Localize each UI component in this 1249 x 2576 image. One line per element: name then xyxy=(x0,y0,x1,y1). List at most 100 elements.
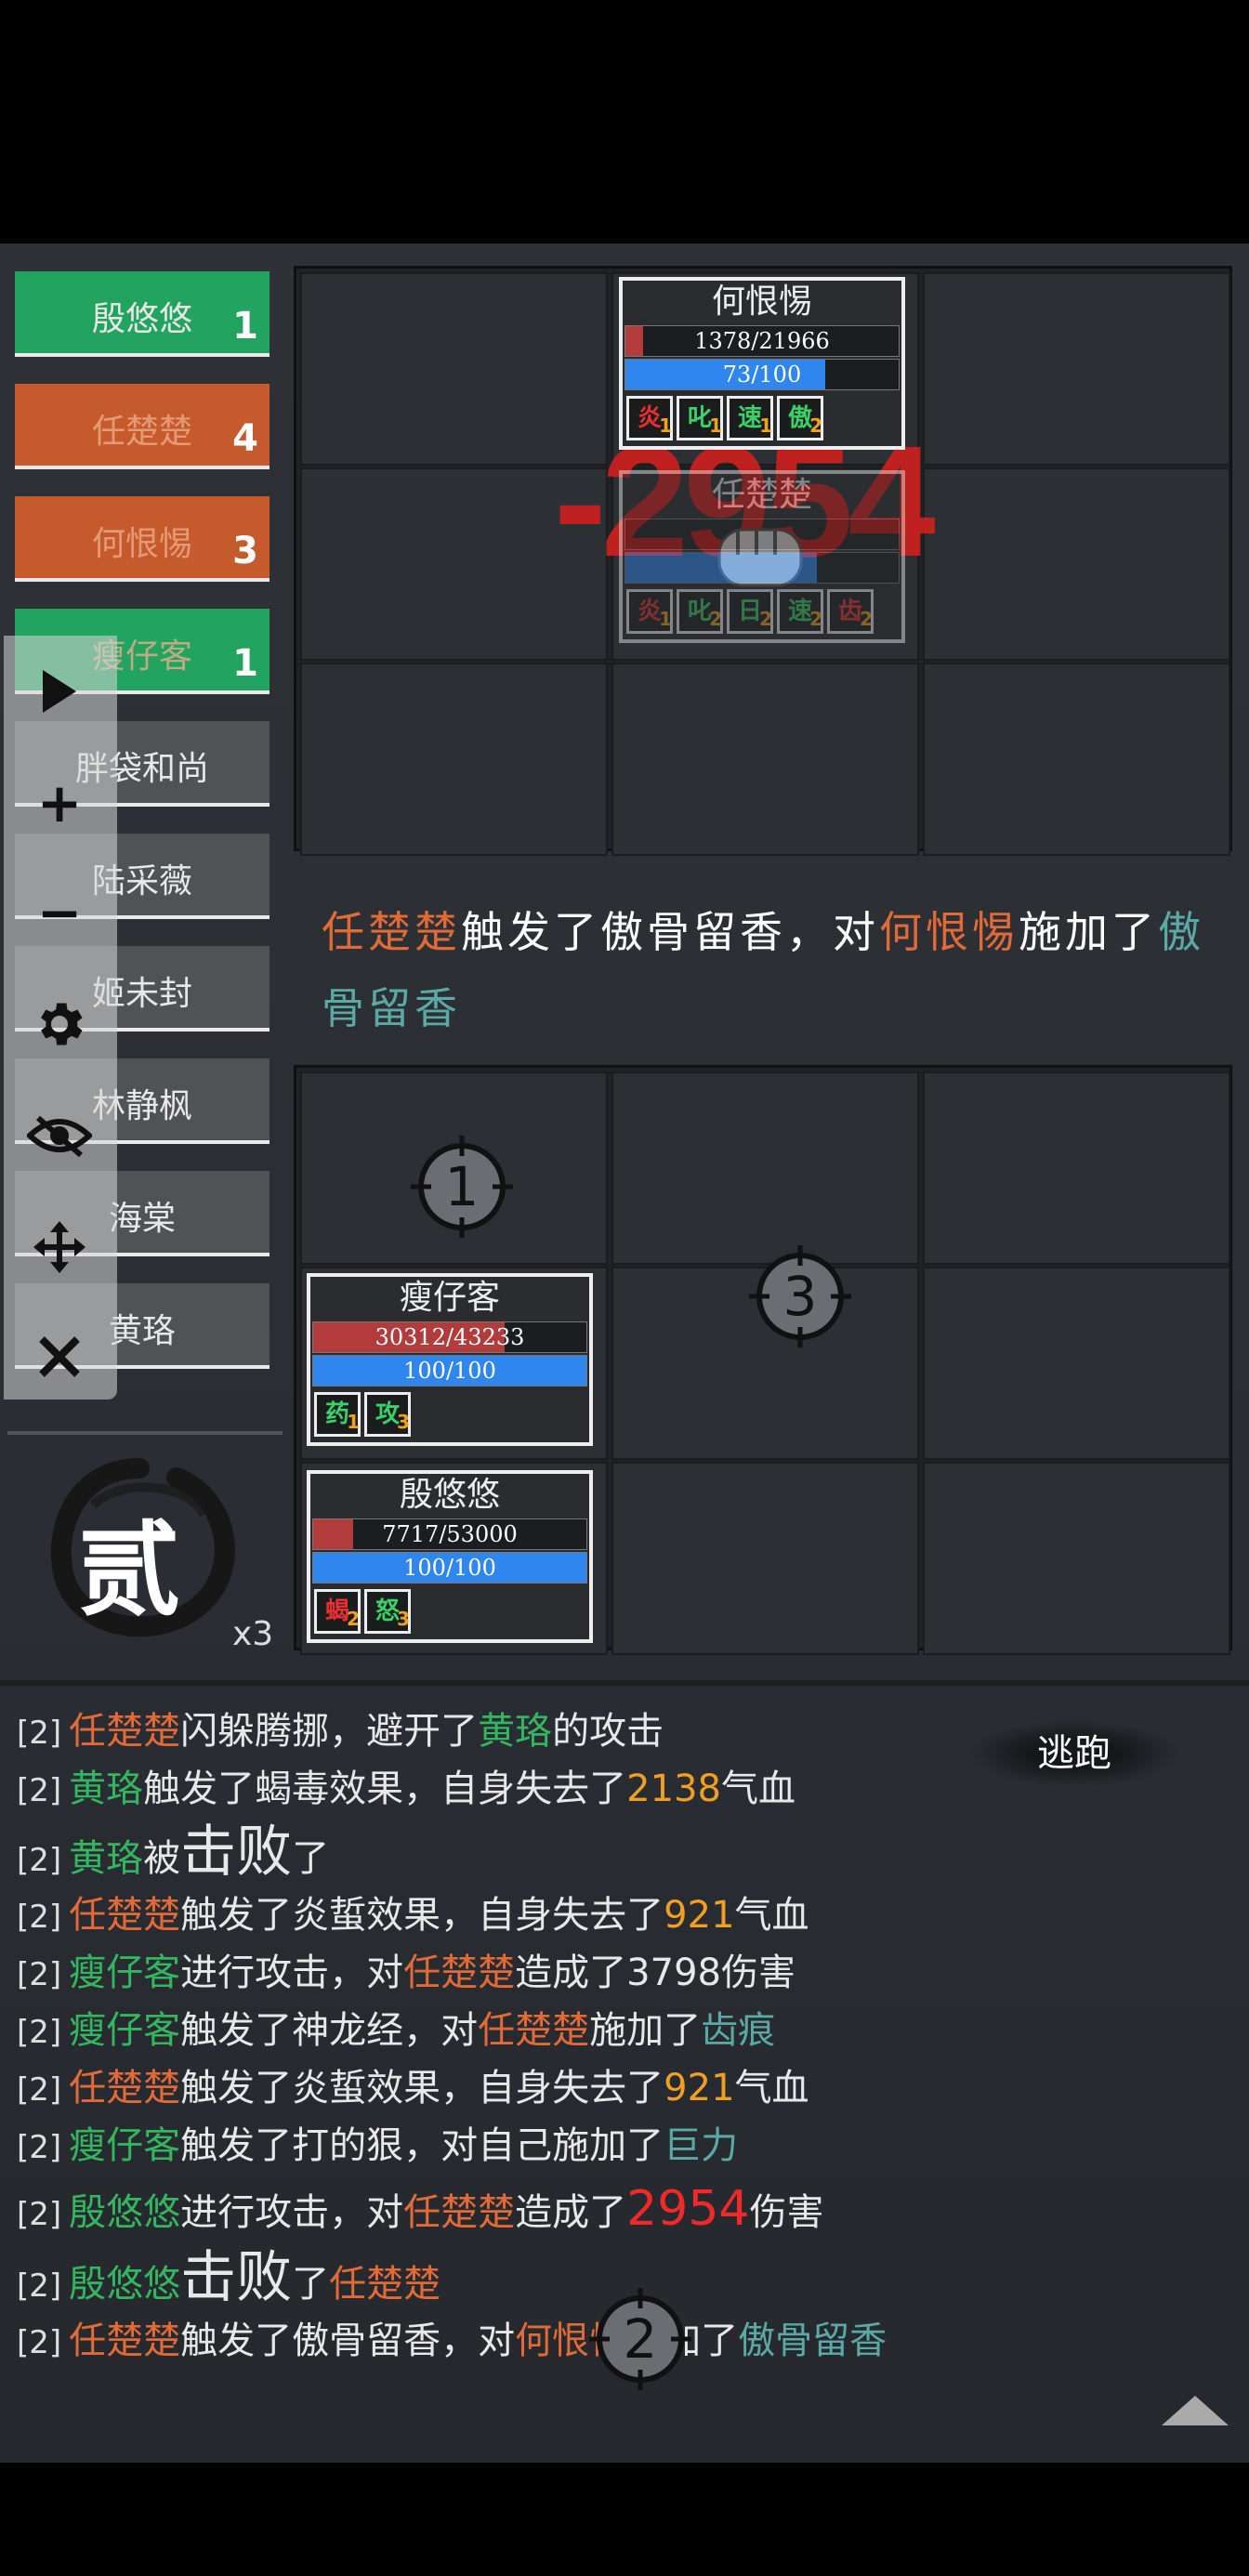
log-segment: 气血 xyxy=(720,1768,795,1810)
log-round: [2] xyxy=(17,2071,62,2109)
grid-cell[interactable] xyxy=(923,1462,1230,1655)
log-segment: 殷悠悠 xyxy=(69,2263,181,2306)
grid-cell[interactable] xyxy=(923,467,1230,661)
buff-icon[interactable]: 攻3 xyxy=(364,1392,411,1437)
unit-name: 任楚楚 xyxy=(711,476,812,514)
mp-text: 100/100 xyxy=(403,1555,496,1581)
turn-order-count: 3 xyxy=(232,530,258,572)
mp-bar: 100/100 xyxy=(312,1355,587,1387)
log-segment: 任楚楚 xyxy=(329,2263,441,2306)
buff-icon[interactable]: 叱2 xyxy=(677,589,723,634)
log-segment: 黄珞 xyxy=(69,1768,144,1810)
target-marker-icon[interactable]: 2 xyxy=(589,2288,691,2390)
target-marker-icon[interactable]: 1 xyxy=(411,1136,513,1238)
hp-bar xyxy=(624,519,900,550)
log-line: [2] 瘦仔客触发了神龙经，对任楚楚施加了齿痕 xyxy=(17,2002,1225,2059)
minus-icon[interactable]: − xyxy=(22,875,97,950)
battle-log: [2] 任楚楚闪躲腾挪，避开了黄珞的攻击 [2] 黄珞触发了蝎毒效果，自身失去了213… xyxy=(17,1702,1225,2370)
control-bar: + − xyxy=(4,636,117,1400)
buff-icon[interactable]: 速2 xyxy=(777,589,823,634)
scroll-up-icon[interactable] xyxy=(1158,2392,1232,2429)
buff-icon[interactable]: 炎1 xyxy=(626,589,673,634)
log-segment: 黄珞 xyxy=(69,1837,144,1880)
buff-icon[interactable]: 日2 xyxy=(727,589,773,634)
log-divider xyxy=(0,1680,1249,1686)
turn-order-name: 何恨惕 xyxy=(91,525,192,563)
hide-eye-icon[interactable] xyxy=(22,1098,97,1173)
buff-icon[interactable]: 炎1 xyxy=(626,396,673,440)
log-line: [2] 任楚楚闪躲腾挪，避开了黄珞的攻击 xyxy=(17,1702,1225,1760)
log-segment: 齿痕 xyxy=(701,2009,776,2052)
mp-text: 73/100 xyxy=(722,361,802,388)
buff-list: 炎1叱2日2速2齿2 xyxy=(626,589,874,636)
log-segment: 触发了炎蜇效果，自身失去了 xyxy=(180,1894,664,1937)
buff-icon[interactable]: 叱1 xyxy=(677,396,723,440)
log-segment: 任楚楚 xyxy=(69,2067,181,2109)
log-round: [2] xyxy=(17,1772,62,1809)
buff-icon[interactable]: 怒3 xyxy=(364,1589,411,1634)
log-round: [2] xyxy=(17,2324,62,2361)
log-round: [2] xyxy=(17,1956,62,1993)
buff-icon[interactable]: 蝎2 xyxy=(314,1589,361,1634)
buff-icon[interactable]: 傲2 xyxy=(777,396,823,440)
hp-bar: 1378/21966 xyxy=(624,325,900,357)
mp-bar xyxy=(624,552,900,584)
log-segment: 2138 xyxy=(626,1768,721,1810)
buff-stack: 2 xyxy=(809,608,822,630)
unit-name: 瘦仔客 xyxy=(399,1279,500,1317)
buff-icon[interactable]: 齿2 xyxy=(827,589,874,634)
log-segment: 巨力 xyxy=(664,2124,739,2167)
grid-cell[interactable] xyxy=(611,1071,919,1265)
turn-order-item[interactable]: 任楚楚 4 xyxy=(15,384,270,469)
grid-cell[interactable] xyxy=(611,1462,919,1655)
unit-card[interactable]: 何恨惕 1378/21966 73/100 炎 1 叱 1 速 1 傲 2 xyxy=(619,277,905,450)
log-segment: 殷悠悠 xyxy=(69,2191,181,2234)
play-icon[interactable] xyxy=(22,654,97,729)
log-segment: 了 xyxy=(292,1837,330,1880)
log-segment: 921 xyxy=(664,1894,735,1937)
grid-cell[interactable] xyxy=(923,272,1230,466)
unit-card[interactable]: 任楚楚炎 1 叱 2 日 2 速 2 齿 2 xyxy=(619,470,905,643)
close-icon[interactable] xyxy=(22,1320,97,1394)
buff-stack: 2 xyxy=(860,608,873,630)
unit-card[interactable]: 瘦仔客 30312/43233 100/100 药 1 攻 3 xyxy=(307,1273,593,1446)
log-segment: 任楚楚 xyxy=(403,1952,516,1994)
log-segment: 了 xyxy=(292,2263,330,2306)
grid-cell[interactable] xyxy=(611,663,919,856)
log-round: [2] xyxy=(17,1899,62,1936)
unit-card[interactable]: 殷悠悠 7717/53000 100/100 蝎 2 怒 3 xyxy=(307,1470,593,1643)
log-segment: 气血 xyxy=(734,1894,809,1937)
log-segment: 瘦仔客 xyxy=(69,2009,181,2052)
turn-order-item[interactable]: 何恨惕 3 xyxy=(15,496,270,582)
log-line: [2] 瘦仔客进行攻击，对任楚楚造成了3798伤害 xyxy=(17,1944,1225,2002)
turn-order-item[interactable]: 殷悠悠 1 xyxy=(15,271,270,357)
log-segment: 触发了炎蜇效果，自身失去了 xyxy=(180,2067,664,2109)
log-segment: 任楚楚 xyxy=(69,1894,181,1937)
hp-bar: 30312/43233 xyxy=(312,1321,587,1353)
grid-cell[interactable] xyxy=(923,1267,1230,1460)
plus-icon[interactable]: + xyxy=(22,766,97,840)
buff-icon[interactable]: 药1 xyxy=(314,1392,361,1437)
target-marker-icon[interactable]: 3 xyxy=(749,1245,851,1347)
log-segment: 击败 xyxy=(180,1820,293,1885)
log-segment: 气血 xyxy=(734,2067,809,2109)
grid-cell[interactable] xyxy=(923,663,1230,856)
log-segment: 任楚楚 xyxy=(478,2009,590,2052)
unit-name: 殷悠悠 xyxy=(399,1476,500,1514)
log-round: [2] xyxy=(17,2014,62,2051)
move-icon[interactable] xyxy=(22,1210,97,1284)
buff-icon[interactable]: 速1 xyxy=(727,396,773,440)
grid-cell[interactable] xyxy=(923,1071,1230,1265)
buff-stack: 2 xyxy=(709,608,722,630)
log-segment: 伤害 xyxy=(749,2191,824,2234)
log-segment: 921 xyxy=(664,2067,735,2109)
target-marker-number: 1 xyxy=(444,1155,480,1218)
log-segment: 黄珞 xyxy=(478,1710,553,1753)
log-segment: 瘦仔客 xyxy=(69,1952,181,1994)
gear-icon[interactable] xyxy=(22,987,97,1061)
log-segment: 任楚楚 xyxy=(403,2191,516,2234)
mp-bar-fill xyxy=(625,553,817,583)
log-segment: 2954 xyxy=(626,2181,750,2237)
grid-cell[interactable] xyxy=(300,663,608,856)
turn-order-name: 殷悠悠 xyxy=(91,300,192,338)
